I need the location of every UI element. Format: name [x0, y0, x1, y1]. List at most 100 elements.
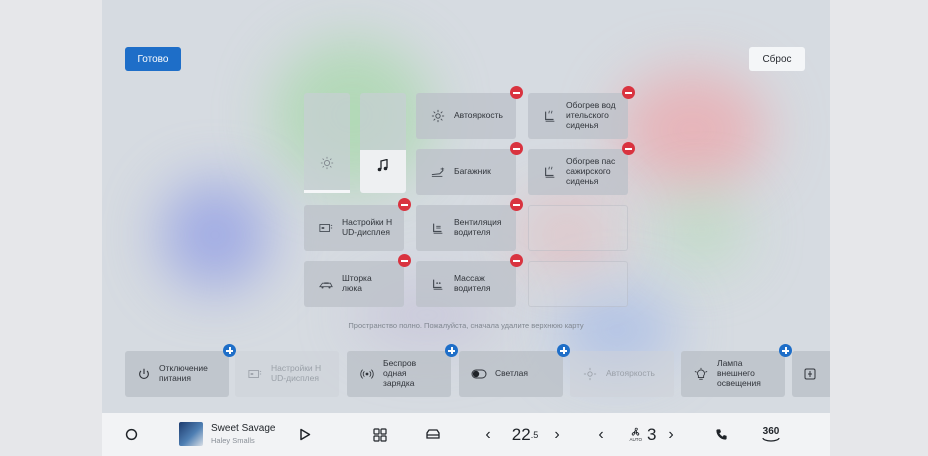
- remove-badge[interactable]: [622, 86, 635, 99]
- tray-label: Светлая: [495, 368, 528, 379]
- play-icon: [300, 428, 311, 441]
- remove-badge[interactable]: [510, 86, 523, 99]
- tile-label: Обогрев пас сажирского сиденья: [566, 156, 616, 186]
- tray-auto-brightness: Автояркость: [570, 351, 674, 397]
- volume-slider[interactable]: [360, 93, 406, 193]
- tray-label: Автояркость: [606, 368, 655, 379]
- seat-heating-icon: [545, 110, 555, 122]
- track-artist: Haley Smalls: [211, 436, 255, 445]
- phone-icon: [715, 429, 727, 440]
- tray-label: Настройки H UD-дисплея: [271, 363, 322, 383]
- wallpaper-blob: [617, 70, 767, 190]
- window-icon: [804, 368, 816, 380]
- tray-label: Отключение питания: [159, 363, 208, 383]
- tile-label: Шторка люка: [342, 273, 372, 293]
- tray-more[interactable]: [792, 351, 830, 397]
- wallpaper-blob: [160, 180, 270, 290]
- sun-icon: [320, 156, 334, 170]
- fan-increase-button[interactable]: ›: [663, 413, 679, 456]
- trunk-icon: [431, 167, 445, 177]
- empty-slot: [528, 205, 628, 251]
- tile-driver-seat-heating[interactable]: Обогрев вод ительского сиденья: [528, 86, 635, 139]
- left-margin: [0, 0, 102, 456]
- seat-ventilation-icon: [433, 223, 443, 234]
- tray-light-theme[interactable]: Светлая: [459, 344, 570, 397]
- play-button[interactable]: [294, 413, 316, 456]
- theme-toggle-icon: [471, 369, 487, 379]
- tray-label: Лампа внешнего освещения: [717, 358, 761, 388]
- brightness-slider[interactable]: [304, 93, 350, 193]
- tray-power-off[interactable]: Отключение питания: [125, 344, 236, 397]
- remove-badge[interactable]: [510, 254, 523, 267]
- add-badge[interactable]: [445, 344, 458, 357]
- tray-exterior-light[interactable]: Лампа внешнего освещения: [681, 344, 792, 397]
- temperature-whole: 22: [511, 424, 531, 444]
- phone-button[interactable]: [711, 413, 731, 456]
- bottom-dock: Sweet Savage Haley Smalls ‹ 22.5 › ‹ AUT…: [102, 413, 830, 456]
- fan-display: AUTO 3: [618, 413, 668, 456]
- done-button[interactable]: Готово: [125, 47, 181, 71]
- wireless-charging-icon: [360, 369, 374, 379]
- temp-decrease-button[interactable]: ‹: [480, 413, 496, 456]
- album-cover: [179, 422, 203, 446]
- music-note-icon: [377, 159, 388, 172]
- tray-hud-settings: Настройки H UD-дисплея: [235, 351, 339, 397]
- track-title: Sweet Savage: [211, 423, 276, 434]
- tile-trunk[interactable]: Багажник: [416, 142, 523, 195]
- tile-label: Вентиляция водителя: [454, 217, 502, 237]
- fan-speed: 3: [646, 424, 657, 444]
- now-playing[interactable]: Sweet Savage Haley Smalls: [179, 422, 276, 446]
- fan-mode: AUTO: [629, 437, 642, 442]
- hud-icon: [319, 224, 333, 232]
- tile-driver-ventilation[interactable]: Вентиляция водителя: [416, 198, 523, 251]
- add-badge[interactable]: [779, 344, 792, 357]
- tile-auto-brightness[interactable]: Автояркость: [416, 86, 523, 139]
- tile-sunroof-shade[interactable]: Шторка люка: [304, 254, 411, 307]
- tray-wireless-charging[interactable]: Беспров одная зарядка: [347, 344, 458, 397]
- remove-badge[interactable]: [622, 142, 635, 155]
- tile-hud-settings[interactable]: Настройки H UD-дисплея: [304, 198, 411, 251]
- remove-badge[interactable]: [398, 254, 411, 267]
- lamp-icon: [694, 367, 708, 380]
- wallpaper-blob: [657, 190, 747, 270]
- view-360-label: 360: [762, 426, 780, 437]
- tile-passenger-seat-heating[interactable]: Обогрев пас сажирского сиденья: [528, 142, 635, 195]
- fan-icon: [632, 427, 640, 436]
- home-button[interactable]: [120, 413, 142, 456]
- tile-label: Багажник: [454, 166, 491, 177]
- tile-label: Обогрев вод ительского сиденья: [566, 100, 616, 130]
- right-margin: [830, 0, 928, 456]
- seat-heating-icon: [545, 166, 555, 178]
- fan-decrease-button[interactable]: ‹: [593, 413, 609, 456]
- tile-label: Автояркость: [454, 110, 503, 121]
- brightness-fill: [304, 190, 350, 193]
- tray-label: Беспров одная зарядка: [383, 358, 417, 388]
- temperature-fraction: .5: [530, 429, 539, 440]
- car-status-button[interactable]: [421, 413, 445, 456]
- wallpaper-blob: [272, 40, 432, 190]
- grid-icon: [373, 427, 387, 442]
- remove-badge[interactable]: [398, 198, 411, 211]
- space-full-message: Пространство полно. Пожалуйста, сначала …: [348, 321, 584, 330]
- remove-badge[interactable]: [510, 142, 523, 155]
- tile-label: Массаж водителя: [454, 273, 491, 293]
- control-center-editor: Готово Сброс Автояркость Обогрев вод ите…: [102, 0, 830, 456]
- add-badge[interactable]: [557, 344, 570, 357]
- empty-slot: [528, 261, 628, 307]
- seat-massage-icon: [433, 279, 443, 290]
- tile-driver-massage[interactable]: Массаж водителя: [416, 254, 523, 307]
- car-icon: [426, 429, 440, 439]
- brightness-icon: [583, 367, 597, 381]
- remove-badge[interactable]: [510, 198, 523, 211]
- power-icon: [139, 368, 149, 379]
- rotate-icon: [762, 437, 780, 442]
- hud-icon: [248, 370, 262, 378]
- circle-icon: [125, 428, 137, 441]
- apps-grid-button[interactable]: [368, 413, 392, 456]
- reset-button[interactable]: Сброс: [749, 47, 805, 71]
- tile-label: Настройки H UD-дисплея: [342, 217, 393, 237]
- view-360-button[interactable]: 360: [756, 413, 786, 456]
- sunroof-icon: [319, 282, 333, 289]
- temp-increase-button[interactable]: ›: [549, 413, 565, 456]
- brightness-icon: [431, 109, 445, 123]
